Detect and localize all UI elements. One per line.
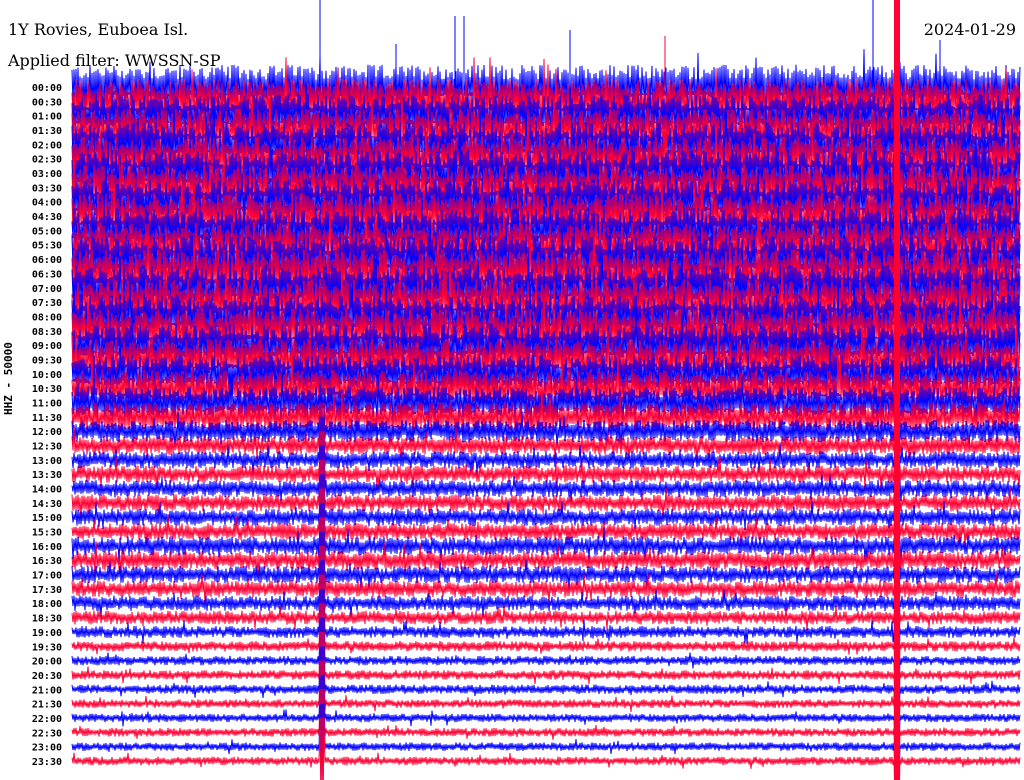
row-label: 07:30	[32, 298, 62, 309]
traces	[71, 0, 1021, 780]
row-label: 19:00	[32, 628, 62, 639]
row-labels: 00:00 00:30 01:00 01:30 02:00 02:30 03:00 03:30…	[32, 83, 62, 768]
row-label: 14:00	[32, 485, 62, 496]
helicorder-plot: 00:00 00:30 01:00 01:30 02:00 02:30 03:00 03:30…	[32, 0, 1021, 780]
row-label: 22:00	[32, 714, 62, 725]
row-label: 06:30	[32, 269, 62, 280]
trace-row-2330	[71, 717, 1021, 780]
row-label: 04:30	[32, 212, 62, 223]
row-label: 13:00	[32, 456, 62, 467]
row-label: 13:30	[32, 470, 62, 481]
row-label: 22:30	[32, 728, 62, 739]
row-label: 08:00	[32, 312, 62, 323]
row-label: 07:00	[32, 284, 62, 295]
row-label: 00:30	[32, 97, 62, 108]
row-label: 09:00	[32, 341, 62, 352]
row-label: 18:30	[32, 614, 62, 625]
row-label: 12:00	[32, 427, 62, 438]
row-label: 14:30	[32, 499, 62, 510]
row-label: 10:00	[32, 370, 62, 381]
event-trace	[894, 0, 900, 780]
row-label: 17:30	[32, 585, 62, 596]
row-label: 05:30	[32, 241, 62, 252]
row-label: 06:00	[32, 255, 62, 266]
row-label: 20:00	[32, 657, 62, 668]
row-label: 12:30	[32, 442, 62, 453]
row-label: 15:00	[32, 513, 62, 524]
row-label: 21:30	[32, 700, 62, 711]
row-label: 23:00	[32, 743, 62, 754]
row-label: 18:00	[32, 599, 62, 610]
row-label: 08:30	[32, 327, 62, 338]
row-label: 16:00	[32, 542, 62, 553]
row-label: 02:00	[32, 140, 62, 151]
row-label: 03:30	[32, 183, 62, 194]
row-label: 05:00	[32, 226, 62, 237]
row-label: 23:30	[32, 757, 62, 768]
row-label: 16:30	[32, 556, 62, 567]
row-label: 09:30	[32, 355, 62, 366]
row-label: 11:00	[32, 398, 62, 409]
row-label: 04:00	[32, 198, 62, 209]
row-label: 20:30	[32, 671, 62, 682]
row-label: 19:30	[32, 642, 62, 653]
row-label: 17:00	[32, 571, 62, 582]
row-label: 10:30	[32, 384, 62, 395]
row-label: 11:30	[32, 413, 62, 424]
row-label: 01:00	[32, 112, 62, 123]
row-label: 15:30	[32, 528, 62, 539]
row-label: 02:30	[32, 155, 62, 166]
row-label: 00:00	[32, 83, 62, 94]
row-label: 01:30	[32, 126, 62, 137]
row-label: 03:00	[32, 169, 62, 180]
row-label: 21:00	[32, 685, 62, 696]
